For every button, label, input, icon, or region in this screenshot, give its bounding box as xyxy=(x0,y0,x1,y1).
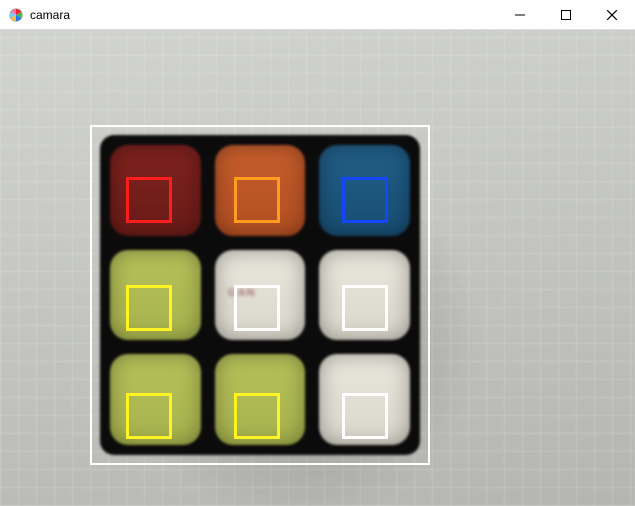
maximize-icon xyxy=(561,10,571,20)
cube-sticker-grid xyxy=(110,145,410,445)
minimize-icon xyxy=(515,10,525,20)
sticker-3 xyxy=(110,250,201,341)
cube-face: GAN xyxy=(100,135,420,455)
sticker-2 xyxy=(319,145,410,236)
sticker-5 xyxy=(319,250,410,341)
sticker-0 xyxy=(110,145,201,236)
sticker-6 xyxy=(110,354,201,445)
sticker-8 xyxy=(319,354,410,445)
sticker-4 xyxy=(215,250,306,341)
close-button[interactable] xyxy=(589,0,635,30)
sticker-7 xyxy=(215,354,306,445)
cube-detection-region: GAN xyxy=(90,125,430,465)
close-icon xyxy=(607,10,617,20)
minimize-button[interactable] xyxy=(497,0,543,30)
camera-viewport: GAN xyxy=(0,30,635,506)
window-title: camara xyxy=(30,8,70,22)
app-window: camara GAN xyxy=(0,0,635,506)
app-icon xyxy=(8,7,24,23)
titlebar: camara xyxy=(0,0,635,30)
maximize-button[interactable] xyxy=(543,0,589,30)
sticker-1 xyxy=(215,145,306,236)
